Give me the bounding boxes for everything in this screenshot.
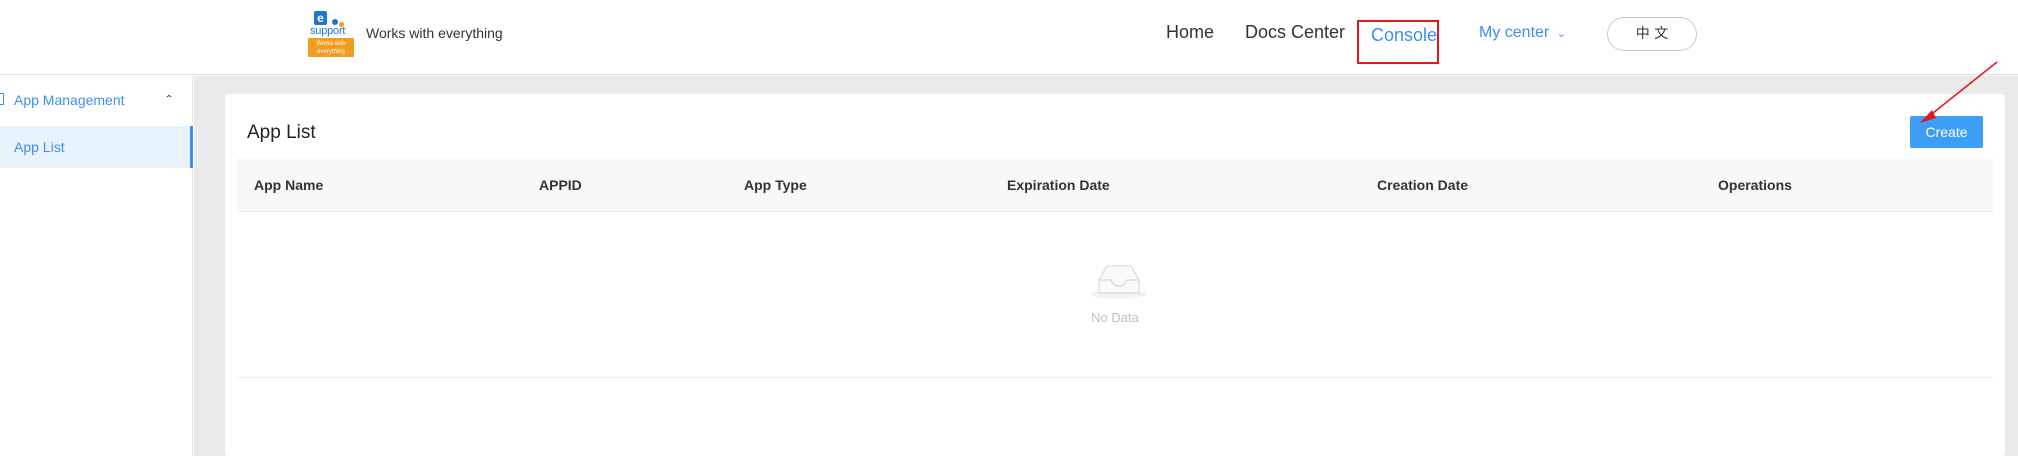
column-header-appid: APPID (539, 177, 582, 193)
sidebar-item-app-list[interactable]: App List (0, 126, 193, 168)
table-body: No Data (237, 212, 1993, 378)
chevron-up-icon: ⌃ (164, 93, 175, 105)
sidebar: App Management ⌃ App List (0, 76, 193, 456)
app-table: App Name APPID App Type Expiration Date … (237, 158, 1993, 378)
column-header-app-type: App Type (744, 177, 807, 193)
nav-my-center-dropdown[interactable]: My center ⌄ (1479, 24, 1566, 42)
esupport-logo[interactable]: e support Works with everything (308, 9, 354, 57)
sidebar-item-label: App List (14, 139, 65, 155)
sidebar-group-app-management[interactable]: App Management ⌃ (0, 86, 193, 116)
nav-home-link[interactable]: Home (1166, 22, 1214, 43)
sidebar-group-label: App Management (14, 92, 125, 108)
nav-console-link[interactable]: Console (1357, 20, 1439, 64)
language-switch-button[interactable]: 中 文 (1607, 17, 1697, 51)
chevron-down-icon: ⌄ (1556, 28, 1566, 40)
logo-badge-line2: everything (317, 49, 345, 55)
logo-mark: e support (308, 9, 354, 39)
column-header-expiration-date: Expiration Date (1007, 177, 1110, 193)
logo-badge: Works with everything (308, 38, 354, 57)
column-header-operations: Operations (1718, 177, 1792, 193)
logo-badge-line1: Works with (316, 41, 346, 47)
column-header-creation-date: Creation Date (1377, 177, 1469, 193)
empty-inbox-icon (1091, 265, 1147, 299)
app-list-card: App List Create App Name APPID App Type … (225, 94, 2005, 456)
site-tagline: Works with everything (366, 25, 503, 41)
table-header: App Name APPID App Type Expiration Date … (237, 158, 1993, 212)
nav-docs-center-link[interactable]: Docs Center (1245, 22, 1345, 43)
app-grid-icon (0, 93, 4, 105)
column-header-app-name: App Name (254, 177, 324, 193)
logo-letter: e (314, 11, 327, 25)
nav-my-center-label: My center (1479, 24, 1550, 41)
create-app-button[interactable]: Create (1910, 116, 1983, 148)
logo-word: support (310, 25, 346, 37)
empty-state-text: No Data (1091, 310, 1139, 325)
nav-console-label: Console (1371, 25, 1438, 45)
top-header: e support Works with everything Works wi… (0, 0, 2018, 75)
page-title: App List (247, 122, 316, 143)
